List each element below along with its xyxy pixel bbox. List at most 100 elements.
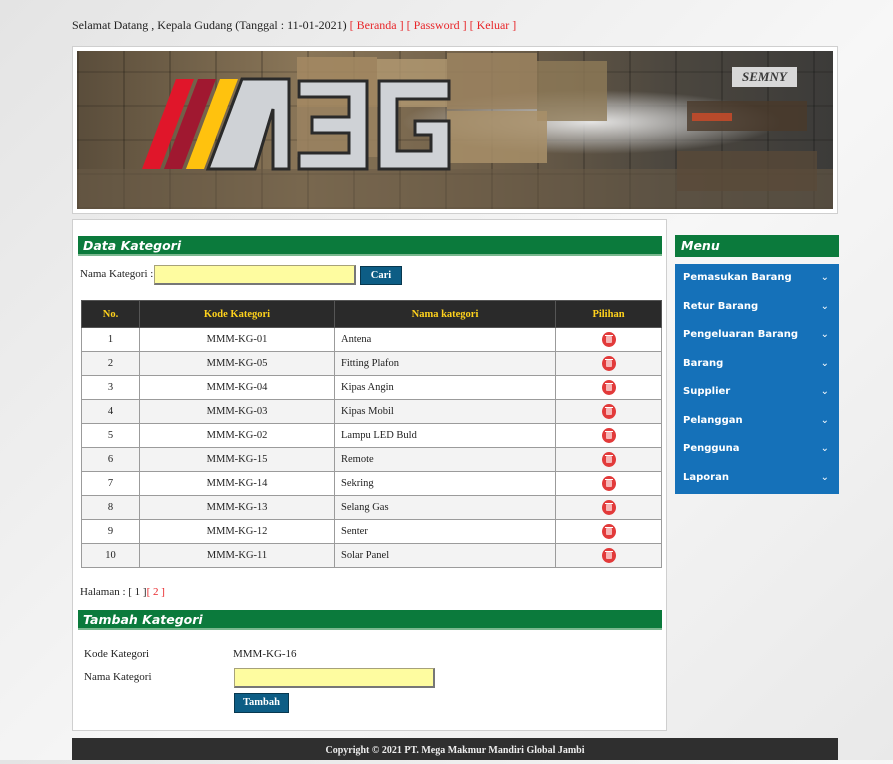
tambah-kategori-title: Tambah Kategori — [78, 610, 662, 630]
delete-icon[interactable] — [601, 332, 616, 347]
chevron-down-icon: ⌄ — [820, 272, 829, 283]
delete-icon[interactable] — [601, 452, 616, 467]
password-link[interactable]: [ Password ] — [407, 18, 467, 32]
delete-icon[interactable] — [601, 524, 616, 539]
table-row: 4 MMM-KG-03 Kipas Mobil — [81, 399, 662, 424]
col-no: No. — [81, 300, 140, 328]
row-no: 7 — [81, 471, 140, 496]
row-kode: MMM-KG-11 — [139, 543, 335, 568]
chevron-down-icon: ⌄ — [820, 300, 829, 312]
row-nama: Sekring — [334, 471, 556, 496]
row-no: 8 — [81, 495, 140, 520]
menu-item-label: Laporan — [683, 471, 729, 483]
delete-icon[interactable] — [601, 380, 616, 395]
menu-item-label: Pemasukan Barang — [683, 272, 792, 283]
row-nama: Fitting Plafon — [334, 351, 556, 376]
beranda-link[interactable]: [ Beranda ] — [350, 18, 404, 32]
greeting-text: Selamat Datang , Kepala Gudang (Tanggal … — [72, 18, 347, 32]
kategori-table: No. Kode Kategori Nama kategori Pilihan … — [81, 300, 662, 568]
row-no: 10 — [81, 543, 140, 568]
table-row: 3 MMM-KG-04 Kipas Angin — [81, 375, 662, 400]
delete-icon[interactable] — [601, 404, 616, 419]
page-1-link[interactable]: [ 1 ] — [128, 586, 146, 598]
tambah-button[interactable]: Tambah — [234, 693, 289, 713]
delete-icon[interactable] — [601, 500, 616, 515]
row-no: 1 — [81, 327, 140, 352]
row-nama: Solar Panel — [334, 543, 556, 568]
menu-item-pemasukan-barang[interactable]: Pemasukan Barang ⌄ — [675, 264, 839, 293]
welcome-bar: Selamat Datang , Kepala Gudang (Tanggal … — [72, 18, 516, 33]
menu-item-label: Pelanggan — [683, 414, 743, 426]
row-kode: MMM-KG-03 — [139, 399, 335, 424]
row-nama: Remote — [334, 447, 556, 472]
menu-item-label: Retur Barang — [683, 300, 759, 312]
row-nama: Senter — [334, 519, 556, 544]
menu-item-pengeluaran-barang[interactable]: Pengeluaran Barang ⌄ — [675, 321, 839, 350]
page-2-link[interactable]: [ 2 ] — [147, 586, 165, 598]
row-no: 3 — [81, 375, 140, 400]
data-kategori-title: Data Kategori — [78, 236, 662, 256]
search-input[interactable] — [154, 265, 356, 285]
kode-kategori-label: Kode Kategori — [84, 648, 150, 660]
chevron-down-icon: ⌄ — [820, 357, 829, 369]
row-kode: MMM-KG-14 — [139, 471, 335, 496]
sidebar-menu: Pemasukan Barang ⌄ Retur Barang ⌄ Pengelua… — [675, 264, 839, 494]
menu-item-supplier[interactable]: Supplier ⌄ — [675, 378, 839, 407]
menu-item-laporan[interactable]: Laporan ⌄ — [675, 464, 839, 493]
main-panel: Data Kategori Nama Kategori : Cari No. K… — [72, 219, 667, 731]
table-row: 9 MMM-KG-12 Senter — [81, 519, 662, 544]
table-row: 10 MMM-KG-11 Solar Panel — [81, 543, 662, 568]
chevron-down-icon: ⌄ — [820, 329, 829, 340]
copyright-text: Copyright © 2021 PT. Mega Makmur Mandiri… — [325, 745, 585, 756]
row-kode: MMM-KG-12 — [139, 519, 335, 544]
chevron-down-icon: ⌄ — [820, 443, 829, 454]
table-header-row: No. Kode Kategori Nama kategori Pilihan — [81, 300, 662, 328]
pagination-label: Halaman : — [80, 586, 126, 598]
menu-item-retur-barang[interactable]: Retur Barang ⌄ — [675, 293, 839, 322]
menu-title: Menu — [675, 235, 839, 257]
row-kode: MMM-KG-13 — [139, 495, 335, 520]
kode-kategori-value: MMM-KG-16 — [233, 648, 297, 660]
menu-item-label: Barang — [683, 357, 724, 369]
keluar-link[interactable]: [ Keluar ] — [470, 18, 517, 32]
row-nama: Lampu LED Buld — [334, 423, 556, 448]
table-row: 7 MMM-KG-14 Sekring — [81, 471, 662, 496]
row-no: 6 — [81, 447, 140, 472]
header-banner: SEMNY — [72, 46, 838, 214]
row-no: 9 — [81, 519, 140, 544]
row-no: 2 — [81, 351, 140, 376]
chevron-down-icon: ⌄ — [820, 471, 829, 483]
row-no: 4 — [81, 399, 140, 424]
row-nama: Antena — [334, 327, 556, 352]
table-row: 1 MMM-KG-01 Antena — [81, 327, 662, 352]
row-kode: MMM-KG-15 — [139, 447, 335, 472]
footer: Copyright © 2021 PT. Mega Makmur Mandiri… — [72, 738, 838, 760]
pagination: Halaman : [ 1 ][ 2 ] — [80, 586, 165, 598]
banner-sign: SEMNY — [732, 67, 797, 87]
menu-item-pelanggan[interactable]: Pelanggan ⌄ — [675, 407, 839, 436]
menu-item-pengguna[interactable]: Pengguna ⌄ — [675, 435, 839, 464]
delete-icon[interactable] — [601, 548, 616, 563]
col-pilihan: Pilihan — [555, 300, 662, 328]
delete-icon[interactable] — [601, 476, 616, 491]
delete-icon[interactable] — [601, 428, 616, 443]
menu-item-barang[interactable]: Barang ⌄ — [675, 350, 839, 379]
table-row: 8 MMM-KG-13 Selang Gas — [81, 495, 662, 520]
chevron-down-icon: ⌄ — [820, 414, 829, 426]
row-nama: Kipas Mobil — [334, 399, 556, 424]
table-row: 5 MMM-KG-02 Lampu LED Buld — [81, 423, 662, 448]
menu-item-label: Pengguna — [683, 443, 740, 454]
nama-kategori-label: Nama Kategori — [84, 671, 152, 683]
col-nama: Nama kategori — [334, 300, 556, 328]
col-kode: Kode Kategori — [139, 300, 335, 328]
banner-photo: SEMNY — [77, 51, 833, 209]
nama-kategori-input[interactable] — [234, 668, 435, 688]
menu-item-label: Pengeluaran Barang — [683, 329, 799, 340]
cari-button[interactable]: Cari — [360, 266, 402, 285]
menu-item-label: Supplier — [683, 386, 731, 397]
m3g-logo — [77, 53, 833, 209]
chevron-down-icon: ⌄ — [820, 386, 829, 397]
row-kode: MMM-KG-01 — [139, 327, 335, 352]
row-kode: MMM-KG-02 — [139, 423, 335, 448]
delete-icon[interactable] — [601, 356, 616, 371]
